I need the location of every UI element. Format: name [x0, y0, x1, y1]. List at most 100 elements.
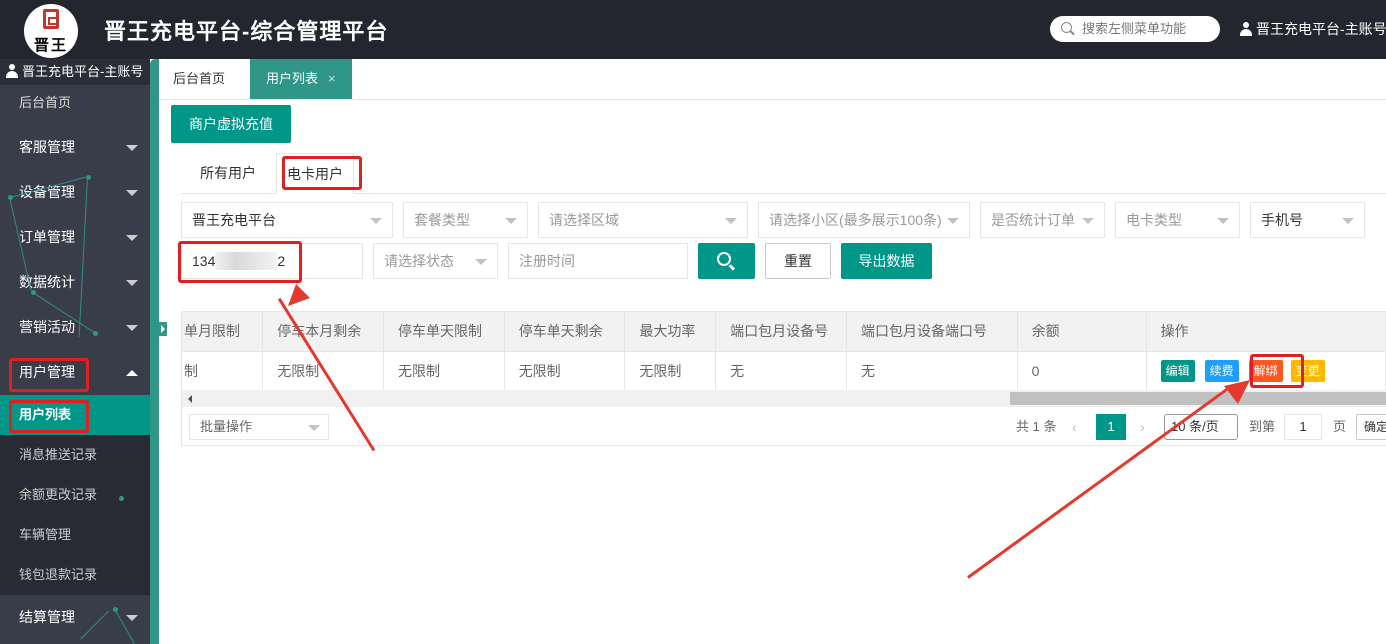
- chevron-down-icon: [505, 218, 517, 224]
- batch-operation-select[interactable]: 批量操作: [189, 414, 329, 440]
- user-icon: [6, 64, 18, 78]
- user-type-tabs: 所有用户 电卡用户: [181, 153, 1386, 194]
- tab-card-users[interactable]: 电卡用户: [276, 153, 354, 194]
- tab-label: 用户列表: [266, 71, 319, 86]
- chevron-down-icon: [126, 190, 138, 196]
- sidebar-item-user-list[interactable]: 用户列表: [0, 395, 150, 435]
- menu-search-input[interactable]: 搜索左侧菜单功能: [1050, 16, 1220, 42]
- phone-value-end: 2: [277, 253, 286, 269]
- table-header-row: 单月限制 停车本月剩余 停车单天限制 停车单天剩余 最大功率 端口包月设备号 端…: [182, 312, 1386, 352]
- user-table: 单月限制 停车本月剩余 停车单天限制 停车单天剩余 最大功率 端口包月设备号 端…: [181, 311, 1386, 446]
- chevron-down-icon: [126, 615, 138, 621]
- goto-confirm-button[interactable]: 确定: [1356, 414, 1386, 440]
- column-header: 停车单天剩余: [504, 312, 626, 352]
- next-page-icon[interactable]: ›: [1140, 414, 1145, 440]
- package-type-placeholder: 套餐类型: [414, 212, 470, 228]
- header-user-name: 晋王充电平台-主账号: [1256, 21, 1386, 37]
- search-icon: [1061, 22, 1072, 33]
- data-table: 单月限制 停车本月剩余 停车单天限制 停车单天剩余 最大功率 端口包月设备号 端…: [182, 312, 1386, 391]
- logo-text: 晋王: [33, 36, 68, 54]
- user-icon: [1240, 22, 1252, 36]
- page-unit-label: 页: [1333, 419, 1347, 434]
- sidebar-item-label: 营销活动: [19, 319, 75, 335]
- search-icon: [717, 252, 731, 266]
- sidebar-item-balance-records[interactable]: 余额更改记录: [0, 475, 150, 515]
- sidebar-user: 晋王充电平台-主账号: [0, 59, 150, 85]
- header-user-menu[interactable]: 晋王充电平台-主账号: [1240, 19, 1386, 39]
- sidebar-item-statistics[interactable]: 数据统计: [0, 260, 150, 305]
- sidebar-item-home[interactable]: 后台首页: [0, 85, 150, 125]
- reset-button[interactable]: 重置: [765, 243, 831, 279]
- chevron-down-icon: [1217, 218, 1229, 224]
- chevron-up-icon: [126, 370, 138, 376]
- current-page[interactable]: 1: [1096, 414, 1126, 440]
- goto-label: 到第: [1249, 419, 1276, 434]
- chevron-down-icon: [126, 145, 138, 151]
- export-button[interactable]: 导出数据: [841, 243, 932, 279]
- batch-operation-label: 批量操作: [200, 419, 253, 434]
- tab-home[interactable]: 后台首页: [173, 59, 225, 99]
- renew-button[interactable]: 续费: [1204, 359, 1239, 382]
- chevron-down-icon: [126, 235, 138, 241]
- sidebar-item-customer-service[interactable]: 客服管理: [0, 125, 150, 170]
- platform-select[interactable]: 晋王充电平台: [181, 202, 393, 238]
- chevron-down-icon: [725, 218, 737, 224]
- chevron-down-icon: [370, 218, 382, 224]
- tab-user-list[interactable]: 用户列表 ×: [250, 59, 352, 99]
- chevron-down-icon: [1082, 218, 1094, 224]
- sidebar-item-label: 订单管理: [19, 229, 75, 245]
- count-order-select[interactable]: 是否统计订单: [980, 202, 1105, 238]
- column-header: 余额: [1017, 312, 1147, 352]
- status-placeholder: 请选择状态: [384, 253, 454, 269]
- sidebar-item-label: 用户管理: [19, 364, 75, 380]
- goto-page-input[interactable]: 1: [1284, 414, 1322, 440]
- phone-input[interactable]: 134 2: [181, 243, 363, 279]
- card-type-placeholder: 电卡类型: [1126, 212, 1182, 228]
- register-time-placeholder: 注册时间: [519, 253, 575, 269]
- actions-cell: 编辑 续费 解绑 变更: [1146, 351, 1386, 391]
- prev-page-icon[interactable]: ‹: [1072, 414, 1077, 440]
- chevron-down-icon: [947, 218, 959, 224]
- unbind-button[interactable]: 解绑: [1248, 359, 1283, 382]
- tab-all-users[interactable]: 所有用户: [200, 153, 256, 193]
- search-field-select[interactable]: 手机号: [1250, 202, 1365, 238]
- change-button[interactable]: 变更: [1290, 359, 1325, 382]
- count-order-placeholder: 是否统计订单: [991, 212, 1075, 228]
- sidebar-user-name: 晋王充电平台-主账号: [22, 64, 144, 79]
- annotation-arrowhead-icon: [288, 284, 310, 306]
- sidebar-toggle-arrow-icon[interactable]: [159, 322, 167, 336]
- chevron-down-icon: [475, 259, 487, 265]
- table-cell: 无限制: [504, 351, 626, 391]
- region-placeholder: 请选择区域: [549, 212, 619, 228]
- scrollbar-thumb[interactable]: [1010, 392, 1386, 405]
- close-icon[interactable]: ×: [328, 59, 336, 99]
- sidebar-item-label: 结算管理: [19, 609, 75, 625]
- sidebar-item-vehicles[interactable]: 车辆管理: [0, 515, 150, 555]
- sidebar-edge: [150, 59, 159, 644]
- chevron-down-icon: [126, 325, 138, 331]
- table-cell: 无: [846, 351, 1018, 391]
- status-select[interactable]: 请选择状态: [373, 243, 498, 279]
- package-type-select[interactable]: 套餐类型: [403, 202, 528, 238]
- table-cell: 无限制: [383, 351, 505, 391]
- region-select[interactable]: 请选择区域: [538, 202, 748, 238]
- user-submenu: 用户列表 消息推送记录 余额更改记录 车辆管理 钱包退款记录: [0, 395, 150, 595]
- decor-dot: [119, 496, 124, 501]
- sidebar-item-label: 客服管理: [19, 139, 75, 155]
- scroll-left-icon[interactable]: [188, 395, 192, 403]
- merchant-recharge-button[interactable]: 商户虚拟充值: [171, 105, 291, 143]
- sidebar-item-wallet-refunds[interactable]: 钱包退款记录: [0, 555, 150, 595]
- card-type-select[interactable]: 电卡类型: [1115, 202, 1240, 238]
- sidebar-item-user-management[interactable]: 用户管理: [0, 350, 150, 395]
- table-cell: 0: [1017, 351, 1147, 391]
- register-time-input[interactable]: 注册时间: [508, 243, 688, 279]
- column-header: 最大功率: [624, 312, 717, 352]
- chevron-down-icon: [308, 425, 320, 431]
- search-button[interactable]: [698, 243, 755, 279]
- sidebar-item-push-records[interactable]: 消息推送记录: [0, 435, 150, 475]
- community-select[interactable]: 请选择小区(最多展示100条): [758, 202, 970, 238]
- sidebar-item-marketing[interactable]: 营销活动: [0, 305, 150, 350]
- column-header: 端口包月设备号: [715, 312, 847, 352]
- menu-search-placeholder: 搜索左侧菜单功能: [1082, 21, 1187, 36]
- edit-button[interactable]: 编辑: [1160, 359, 1195, 382]
